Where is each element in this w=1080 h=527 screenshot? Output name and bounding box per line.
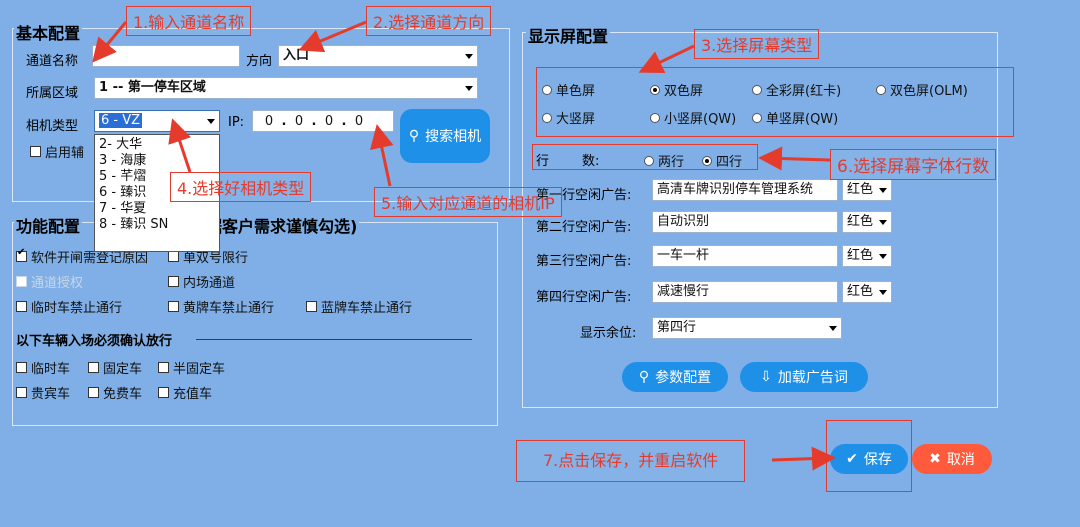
arrow-2 (298, 20, 367, 53)
arrow-4 (168, 118, 192, 173)
arrow-7 (771, 446, 836, 471)
arrow-5 (370, 124, 394, 187)
arrow-1 (92, 21, 128, 63)
arrow-3 (638, 44, 695, 74)
annotation-arrows (92, 20, 836, 471)
arrow-6 (758, 146, 831, 171)
